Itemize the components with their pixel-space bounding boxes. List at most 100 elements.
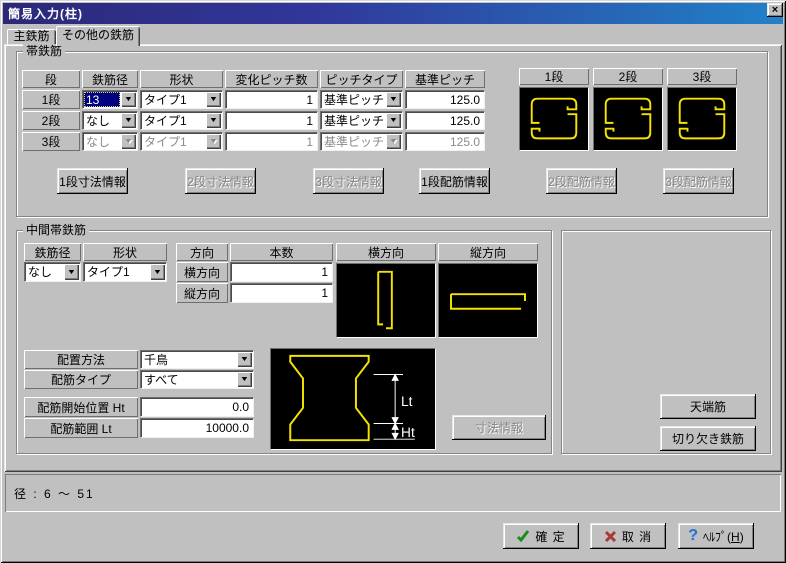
dan1-dimension-info-button[interactable]: 1段寸法情報 [57,168,128,194]
hoop-rebar-group-label: 帯鉄筋 [23,44,65,58]
pitch-count-input-dan3: 1 [225,132,318,151]
vertical-direction-diagram [438,263,538,338]
pitch-type-value-dan2: 基準ピッチ [322,113,385,128]
dia-value-dan2: なし [84,113,120,128]
intermediate-hoop-group-label: 中間帯鉄筋 [23,223,89,237]
chukan-dia-header: 鉄筋径 [24,243,81,261]
chevron-down-icon: ▼ [209,117,218,124]
pitch-type-value-dan3: 基準ピッチ [322,134,385,149]
cancel-label: 取 消 [622,528,652,545]
diagram-header-dan2: 2段 [593,68,663,85]
base-pitch-input-dan2[interactable]: 125.0 [405,111,485,130]
diagram-header-dan1: 1段 [519,68,589,85]
row-header-horizontal: 横方向 [176,262,228,282]
x-icon [604,530,617,543]
row-header-dan1: 1段 [22,90,80,109]
help-button[interactable]: ? ﾍﾙﾌﾟ(H) [678,523,754,549]
ok-button[interactable]: 確 定 [503,523,579,549]
chevron-down-icon: ▼ [389,138,398,145]
tab-other-rebar[interactable]: その他の鉄筋 [56,26,140,46]
dimension-info-button: 寸法情報 [452,415,546,440]
dia-select-dan3: なし ▼ [82,132,138,151]
pitch-type-dropdown-button-dan1[interactable]: ▼ [386,92,401,107]
chevron-down-icon: ▼ [209,138,218,145]
arrange-method-select[interactable]: 千鳥 ▼ [140,350,254,369]
row-header-dan3: 3段 [22,132,80,151]
chukan-dia-select[interactable]: なし ▼ [24,262,81,282]
dia-dropdown-button-dan3: ▼ [121,134,136,149]
chukan-shape-select[interactable]: タイプ1 ▼ [83,262,167,282]
stirrup-icon [520,88,588,150]
check-icon [516,529,530,543]
pitch-type-select-dan2[interactable]: 基準ピッチ ▼ [320,111,403,130]
chukan-shape-value: タイプ1 [85,264,149,280]
col-header-pitch-count: 変化ピッチ数 [225,70,318,88]
col-header-shape: 形状 [140,70,223,88]
dan3-arrangement-info-button: 3段配筋情報 [663,168,734,194]
close-button[interactable]: × [767,3,783,17]
range-input[interactable]: 10000.0 [140,418,254,438]
count-header: 本数 [230,243,333,261]
cancel-button[interactable]: 取 消 [590,523,666,549]
shape-value-dan3: タイプ1 [142,134,205,149]
pitch-count-input-dan1[interactable]: 1 [225,90,318,109]
shape-dropdown-button-dan3: ▼ [206,134,221,149]
dialog-window: 簡易入力(柱) × 主鉄筋 その他の鉄筋 帯鉄筋 段 鉄筋径 形状 変化ピッチ数… [0,0,786,563]
horizontal-diagram-header: 横方向 [336,243,436,261]
col-header-dia: 鉄筋径 [82,70,138,88]
dia-select-dan2[interactable]: なし ▼ [82,111,138,130]
pitch-type-dropdown-button-dan3: ▼ [386,134,401,149]
shape-dropdown-button-dan2[interactable]: ▼ [206,113,221,128]
status-bar: 径 : 6 ～ 51 [5,474,781,512]
direction-header: 方向 [176,243,228,261]
chukan-dia-dropdown-button[interactable]: ▼ [64,264,79,280]
arrange-method-value: 千鳥 [142,352,236,367]
stirrup-icon [668,88,736,150]
row-header-dan2: 2段 [22,111,80,130]
pitch-type-dropdown-button-dan2[interactable]: ▼ [386,113,401,128]
chevron-down-icon: ▼ [240,356,249,363]
shape-dropdown-button-dan1[interactable]: ▼ [206,92,221,107]
shape-select-dan1[interactable]: タイプ1 ▼ [140,90,223,109]
dan2-arrangement-info-button: 2段配筋情報 [546,168,617,194]
close-icon: × [772,5,778,16]
vertical-count-input[interactable]: 1 [230,283,333,303]
dan1-arrangement-info-button[interactable]: 1段配筋情報 [419,168,490,194]
dia-dropdown-button-dan1[interactable]: ▼ [121,92,136,107]
arrange-type-select[interactable]: すべて ▼ [140,370,254,389]
chevron-down-icon: ▼ [153,269,162,276]
start-position-input[interactable]: 0.0 [140,397,254,417]
pitch-type-select-dan3: 基準ピッチ ▼ [320,132,403,151]
shape-value-dan2: タイプ1 [142,113,205,128]
shape-select-dan2[interactable]: タイプ1 ▼ [140,111,223,130]
arrange-method-dropdown-button[interactable]: ▼ [237,352,252,367]
tab-main-rebar[interactable]: 主鉄筋 [7,29,56,44]
dia-dropdown-button-dan2[interactable]: ▼ [121,113,136,128]
arrange-type-label: 配筋タイプ [24,370,138,389]
lt-dimension-label: Lt [401,394,413,409]
titlebar[interactable]: 簡易入力(柱) [3,3,783,24]
column-profile-diagram: Lt Ht [270,348,436,450]
stirrup-diagram-dan1 [519,87,589,151]
horizontal-count-input[interactable]: 1 [230,262,333,282]
top-edge-rebar-button[interactable]: 天端筋 [660,394,756,419]
col-header-pitch-type: ピッチタイプ [320,70,403,88]
vertical-bar-icon [337,264,435,337]
start-position-label: 配筋開始位置 Ht [24,397,138,417]
base-pitch-input-dan1[interactable]: 125.0 [405,90,485,109]
dia-value-dan1: 13 [84,92,120,107]
pitch-type-select-dan1[interactable]: 基準ピッチ ▼ [320,90,403,109]
pitch-count-input-dan2[interactable]: 1 [225,111,318,130]
stirrup-diagram-dan3 [667,87,737,151]
dia-select-dan1[interactable]: 13 ▼ [82,90,138,109]
horizontal-bar-icon [439,264,537,337]
chukan-shape-dropdown-button[interactable]: ▼ [150,264,165,280]
arrange-type-dropdown-button[interactable]: ▼ [237,372,252,387]
stirrup-icon [594,88,662,150]
notch-rebar-button[interactable]: 切り欠き鉄筋 [660,426,756,451]
chevron-down-icon: ▼ [389,96,398,103]
diagram-header-dan3: 3段 [667,68,737,85]
column-profile-icon: Lt Ht [271,349,435,449]
shape-value-dan1: タイプ1 [142,92,205,107]
shape-select-dan3: タイプ1 ▼ [140,132,223,151]
